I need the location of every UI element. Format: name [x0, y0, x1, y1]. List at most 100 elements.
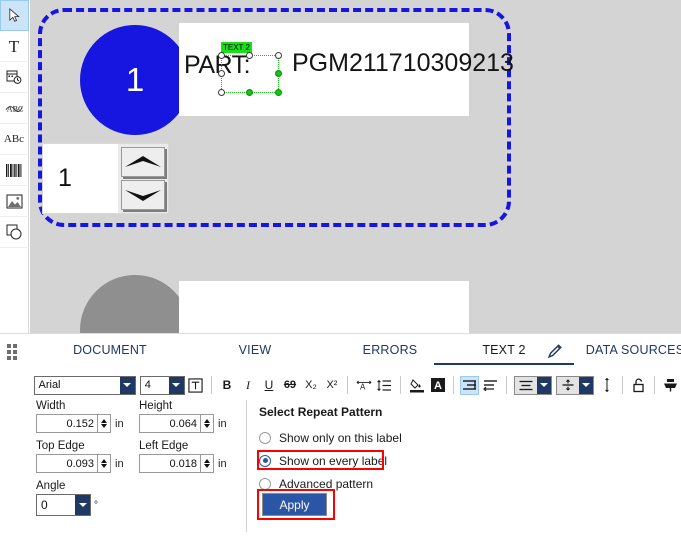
angle-degree-symbol: °	[94, 499, 98, 511]
width-stepper[interactable]	[98, 414, 111, 433]
text-selection-box[interactable]: TEXT 2	[218, 42, 282, 96]
svg-text:A: A	[434, 380, 442, 392]
resize-handle-top-right[interactable]	[275, 52, 282, 59]
radio-show-on-every-label[interactable]: Show on every label	[259, 451, 459, 470]
top-edge-input[interactable]: 0.093	[36, 454, 98, 473]
radio-advanced-pattern[interactable]: Advanced pattern	[259, 474, 459, 493]
width-unit: in	[115, 417, 124, 430]
height-stepper[interactable]	[201, 414, 214, 433]
horizontal-align-button[interactable]	[515, 376, 538, 394]
bold-button[interactable]: B	[217, 376, 236, 395]
top-edge-stepper[interactable]	[98, 454, 111, 473]
text-wrap-icon	[483, 380, 498, 391]
text-format-toolbar: Arial 4 B I U 69 X₂ X² A A	[0, 371, 681, 399]
left-edge-label: Left Edge	[139, 440, 189, 452]
resize-handle-middle-right[interactable]	[275, 70, 282, 77]
tab-data-sources[interactable]: DATA SOURCES	[565, 335, 681, 365]
width-input[interactable]: 0.152	[36, 414, 98, 433]
abc-text-icon: ABc	[3, 132, 25, 145]
label-design-canvas[interactable]: 1 PART: PGM211710309213 TEXT 2 1	[30, 0, 681, 333]
underline-button[interactable]: U	[259, 376, 278, 395]
fit-text-to-box-button[interactable]	[186, 376, 205, 395]
font-size-select[interactable]: 4	[139, 375, 185, 395]
letter-spacing-icon	[604, 378, 609, 392]
quantity-value[interactable]: 1	[43, 144, 118, 213]
fill-color-button[interactable]	[407, 376, 426, 395]
active-tab-underline	[434, 363, 574, 365]
resize-handle-bottom-right[interactable]	[275, 89, 282, 96]
shape-tool[interactable]	[0, 217, 29, 248]
top-edge-unit: in	[115, 457, 124, 470]
barcode-icon	[6, 163, 22, 177]
superscript-button[interactable]: X²	[322, 376, 341, 395]
text-align-right-button[interactable]	[460, 375, 480, 395]
height-label: Height	[139, 400, 173, 412]
quantity-stepper[interactable]: 1	[42, 143, 169, 214]
label-circle-object[interactable]: 1	[80, 25, 190, 135]
vertical-align-split-button[interactable]	[556, 375, 595, 395]
radio-icon	[259, 477, 271, 490]
angle-select[interactable]: 0	[36, 494, 91, 516]
vertical-align-chevron-down-icon[interactable]	[579, 376, 594, 394]
letter-spacing-button[interactable]	[597, 376, 616, 395]
subscript-button[interactable]: X₂	[301, 376, 320, 395]
resize-handle-top-center[interactable]	[246, 52, 253, 59]
datetime-tool[interactable]	[0, 62, 29, 93]
font-family-chevron-down-icon[interactable]	[119, 376, 135, 394]
horizontal-align-chevron-down-icon[interactable]	[537, 376, 552, 394]
quantity-increment-button[interactable]	[121, 147, 165, 177]
label-circle-number: 1	[125, 61, 145, 98]
tab-document[interactable]: DOCUMENT	[30, 335, 190, 365]
counter-tool[interactable]: ABC	[0, 93, 29, 124]
resize-handle-bottom-left[interactable]	[218, 89, 225, 96]
width-label: Width	[36, 400, 66, 412]
horizontal-align-split-button[interactable]	[514, 375, 553, 395]
left-tool-rail: T ABC ABc	[0, 0, 29, 333]
radio-icon-selected	[259, 454, 271, 467]
text-tool[interactable]: T	[0, 31, 29, 62]
quantity-decrement-button[interactable]	[121, 180, 165, 210]
font-size-chevron-down-icon[interactable]	[168, 376, 184, 394]
angle-chevron-down-icon[interactable]	[75, 495, 90, 515]
character-spacing-button[interactable]: A	[354, 376, 373, 395]
barcode-tool[interactable]	[0, 155, 29, 186]
line-spacing-icon	[377, 379, 392, 391]
font-family-select[interactable]: Arial	[33, 375, 136, 395]
part-number-text[interactable]: PGM211710309213	[292, 49, 514, 78]
resize-handle-middle-left[interactable]	[218, 70, 225, 77]
lock-object-button[interactable]	[629, 376, 648, 395]
font-color-button[interactable]: A	[428, 376, 447, 395]
apply-button[interactable]: Apply	[262, 493, 327, 516]
abc-strikethrough-icon: ABC	[5, 105, 23, 114]
left-edge-unit: in	[218, 457, 227, 470]
line-spacing-button[interactable]	[375, 376, 394, 395]
strikethrough-button[interactable]: 69	[280, 376, 299, 395]
fill-color-icon	[409, 378, 424, 392]
left-edge-stepper[interactable]	[201, 454, 214, 473]
height-input[interactable]: 0.064	[139, 414, 201, 433]
resize-handle-bottom-center[interactable]	[246, 89, 253, 96]
character-spacing-icon: A	[356, 380, 372, 391]
radio-label: Show on every label	[279, 453, 388, 468]
edit-pencil-icon[interactable]	[546, 342, 564, 360]
repeat-pattern-group: Select Repeat Pattern Show only on this …	[259, 405, 459, 497]
italic-button[interactable]: I	[238, 376, 257, 395]
angle-label: Angle	[36, 480, 66, 492]
resize-handle-top-left[interactable]	[218, 52, 225, 59]
print-button[interactable]	[661, 376, 680, 395]
text-t-icon: T	[8, 36, 20, 56]
variable-text-tool[interactable]: ABc	[0, 124, 29, 155]
unlock-icon	[633, 377, 644, 392]
vertical-align-button[interactable]	[557, 376, 580, 394]
left-edge-input[interactable]: 0.018	[139, 454, 201, 473]
panel-drag-handle[interactable]	[7, 344, 21, 360]
print-icon	[664, 379, 678, 392]
radio-show-only-this-label[interactable]: Show only on this label	[259, 428, 459, 447]
pencil-glyph	[547, 344, 562, 359]
font-color-icon: A	[430, 378, 445, 392]
image-tool[interactable]	[0, 186, 29, 217]
quantity-arrows	[118, 144, 168, 213]
select-tool[interactable]	[0, 0, 29, 31]
text-wrap-button[interactable]	[481, 376, 500, 395]
object-properties-group: Width 0.152 in Height 0.064 in Top Edge	[36, 400, 251, 523]
